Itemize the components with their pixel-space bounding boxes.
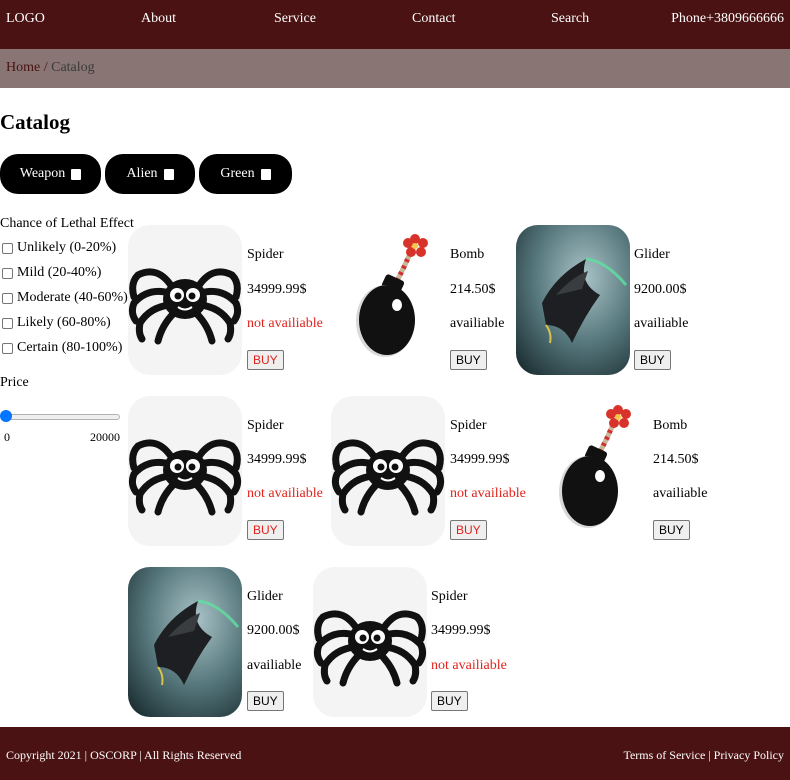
filter-pill-green[interactable]: Green <box>199 154 292 194</box>
option-label: Mild (20-40%) <box>17 265 102 280</box>
spider-icon <box>313 567 427 717</box>
spider-icon <box>331 396 445 546</box>
product-name: Spider <box>247 418 284 433</box>
pill-label: Weapon <box>19 166 66 181</box>
product-name: Spider <box>247 247 284 262</box>
buy-button[interactable]: BUY <box>450 520 487 540</box>
buy-button[interactable]: BUY <box>247 520 284 540</box>
buy-button[interactable]: BUY <box>247 350 284 370</box>
copyright-text: Copyright 2021 | OSCORP | All Rights Res… <box>6 748 242 762</box>
product-price: 214.50$ <box>450 282 496 297</box>
product-status: not availiable <box>450 486 526 501</box>
product-price: 34999.99$ <box>450 452 510 467</box>
product-price: 9200.00$ <box>634 282 687 297</box>
product-price: 214.50$ <box>653 452 699 467</box>
lethal-option-unlikely[interactable]: Unlikely (0-20%) <box>2 240 116 256</box>
glider-image <box>128 567 242 717</box>
product-name: Glider <box>247 589 283 604</box>
product-image-spider[interactable] <box>313 567 427 717</box>
logo[interactable]: LOGO <box>6 11 45 27</box>
product-status: not availiable <box>431 658 507 673</box>
buy-button[interactable]: BUY <box>634 350 671 370</box>
price-slider-thumb[interactable] <box>0 410 12 422</box>
breadcrumb-current: Catalog <box>51 60 95 75</box>
checkbox-icon <box>71 168 82 180</box>
option-label: Likely (60-80%) <box>17 315 111 330</box>
product-image-spider[interactable] <box>331 396 445 546</box>
product-image-glider[interactable] <box>128 567 242 717</box>
bomb-icon <box>534 396 648 546</box>
site-footer: Copyright 2021 | OSCORP | All Rights Res… <box>0 727 790 780</box>
lethal-option-certain[interactable]: Certain (80-100%) <box>2 340 122 356</box>
nav-phone[interactable]: Phone+3809666666 <box>671 11 784 27</box>
privacy-link[interactable]: Privacy Policy <box>714 748 784 762</box>
product-image-spider[interactable] <box>128 225 242 375</box>
bomb-icon <box>331 225 445 375</box>
checkbox-icon <box>163 168 174 180</box>
checkbox[interactable] <box>2 242 13 254</box>
pill-label: Alien <box>126 166 158 181</box>
product-price: 34999.99$ <box>247 452 307 467</box>
lethal-option-mild[interactable]: Mild (20-40%) <box>2 265 101 281</box>
buy-button[interactable]: BUY <box>431 691 468 711</box>
product-name: Spider <box>431 589 468 604</box>
product-image-bomb[interactable] <box>331 225 445 375</box>
price-filter-heading: Price <box>0 375 29 390</box>
filter-pill-weapon[interactable]: Weapon <box>0 154 101 194</box>
checkbox[interactable] <box>2 267 13 279</box>
footer-separator: | <box>708 748 711 762</box>
breadcrumb: Home / Catalog <box>0 49 790 88</box>
price-min-label: 0 <box>4 430 10 444</box>
lethal-option-moderate[interactable]: Moderate (40-60%) <box>2 290 128 306</box>
buy-button[interactable]: BUY <box>247 691 284 711</box>
option-label: Certain (80-100%) <box>17 340 123 355</box>
product-status: not availiable <box>247 486 323 501</box>
product-price: 34999.99$ <box>247 282 307 297</box>
nav-search[interactable]: Search <box>551 11 589 27</box>
breadcrumb-home[interactable]: Home <box>6 60 40 75</box>
glider-image <box>516 225 630 375</box>
product-status: availiable <box>634 316 689 331</box>
product-name: Bomb <box>653 418 688 433</box>
checkbox[interactable] <box>2 292 13 304</box>
product-status: availiable <box>450 316 505 331</box>
option-label: Moderate (40-60%) <box>17 290 128 305</box>
spider-icon <box>128 396 242 546</box>
breadcrumb-separator: / <box>43 60 48 75</box>
nav-contact[interactable]: Contact <box>412 11 456 27</box>
site-header: LOGO About Service Contact Search Phone+… <box>0 0 790 49</box>
product-price: 9200.00$ <box>247 623 300 638</box>
product-name: Glider <box>634 247 670 262</box>
product-name: Spider <box>450 418 487 433</box>
buy-button[interactable]: BUY <box>653 520 690 540</box>
product-image-glider[interactable] <box>516 225 630 375</box>
price-max-label: 20000 <box>90 430 120 444</box>
buy-button[interactable]: BUY <box>450 350 487 370</box>
page-title: Catalog <box>0 110 70 134</box>
checkbox-icon <box>260 168 271 180</box>
lethal-filter-heading: Chance of Lethal Effect <box>0 216 134 231</box>
product-image-bomb[interactable] <box>534 396 648 546</box>
checkbox[interactable] <box>2 317 13 329</box>
spider-icon <box>128 225 242 375</box>
product-image-spider[interactable] <box>128 396 242 546</box>
product-status: availiable <box>247 658 302 673</box>
product-price: 34999.99$ <box>431 623 491 638</box>
price-slider-track[interactable] <box>4 414 120 420</box>
filter-pill-alien[interactable]: Alien <box>105 154 195 194</box>
nav-about[interactable]: About <box>141 11 176 27</box>
product-status: not availiable <box>247 316 323 331</box>
terms-link[interactable]: Terms of Service <box>623 748 705 762</box>
lethal-option-likely[interactable]: Likely (60-80%) <box>2 315 111 331</box>
nav-service[interactable]: Service <box>274 11 316 27</box>
pill-label: Green <box>220 166 255 181</box>
product-status: availiable <box>653 486 708 501</box>
option-label: Unlikely (0-20%) <box>17 240 117 255</box>
checkbox[interactable] <box>2 342 13 354</box>
product-name: Bomb <box>450 247 485 262</box>
